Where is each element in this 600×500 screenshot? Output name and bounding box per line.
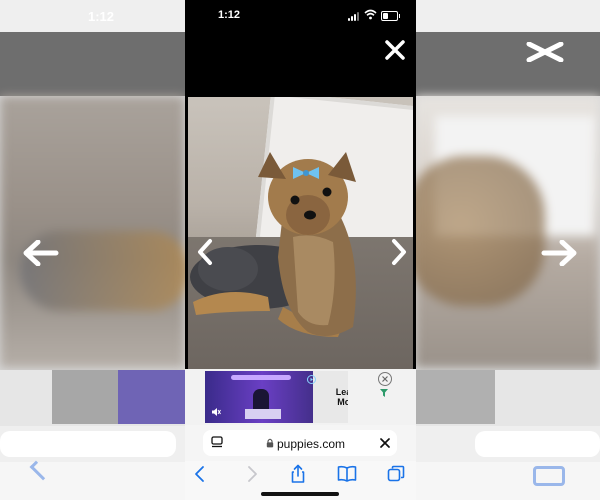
muted-speaker-icon (212, 408, 221, 416)
dog-illustration (190, 152, 356, 337)
previous-photo-blurred (0, 96, 185, 368)
phone-screen: 1:12 Le Mo puppies.com (185, 0, 416, 500)
browser-toolbar (185, 461, 416, 500)
battery-icon (381, 11, 400, 21)
page-menu-icon[interactable] (211, 436, 223, 449)
close-icon[interactable] (379, 437, 391, 449)
ad-learn-more-button[interactable]: Learn More (333, 387, 348, 407)
ghost-next-chevron-icon (541, 240, 577, 266)
next-photo-blurred (415, 96, 600, 368)
ad-play-icon (307, 375, 316, 384)
ad-close-icon[interactable] (378, 372, 392, 386)
forward-icon[interactable] (240, 464, 262, 484)
next-photo-chevron-right-icon[interactable] (389, 238, 409, 266)
home-indicator[interactable] (261, 492, 339, 496)
ghost-time: 1:12 (88, 9, 115, 24)
cellular-signal-icon (348, 12, 362, 21)
address-bar-area: puppies.com (185, 425, 416, 461)
right-blurred-preview (415, 0, 600, 500)
status-time: 1:12 (218, 9, 241, 21)
ad-choices-icon[interactable] (379, 388, 389, 398)
address-bar[interactable]: puppies.com (203, 430, 397, 456)
back-icon[interactable] (190, 464, 212, 484)
ad-image[interactable]: Learn More (205, 371, 348, 423)
yorkshire-terrier-photo[interactable] (188, 97, 413, 369)
previous-photo-chevron-left-icon[interactable] (195, 238, 215, 266)
status-bar: 1:12 (185, 0, 416, 32)
lock-icon (266, 438, 274, 448)
ghost-close-icon (526, 42, 564, 62)
bookmarks-icon[interactable] (336, 464, 358, 484)
close-icon[interactable] (383, 38, 407, 62)
ghost-prev-chevron-icon (23, 240, 59, 266)
left-blurred-preview: 1:12 (0, 0, 185, 500)
wifi-icon (364, 9, 377, 20)
url-domain-text: puppies.com (277, 437, 346, 451)
tabs-icon[interactable] (386, 464, 408, 484)
share-icon[interactable] (287, 464, 309, 484)
ad-banner[interactable]: Learn More (185, 369, 416, 425)
safari-photo-viewer-screen: 1:12 1:12 Le Mo puppies.com (0, 0, 600, 500)
